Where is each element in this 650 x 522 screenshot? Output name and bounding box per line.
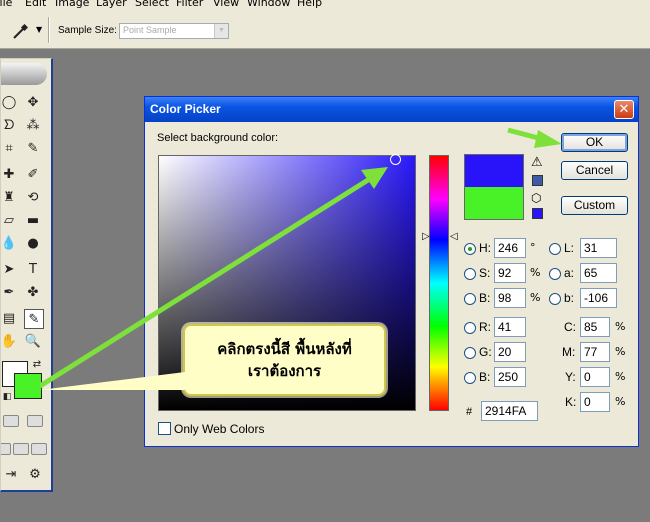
arrow-to-color-field — [38, 177, 370, 389]
arrow-to-color-field-head — [361, 167, 388, 189]
annotation-arrows — [38, 127, 562, 390]
arrow-to-ok-button-head — [534, 130, 562, 148]
